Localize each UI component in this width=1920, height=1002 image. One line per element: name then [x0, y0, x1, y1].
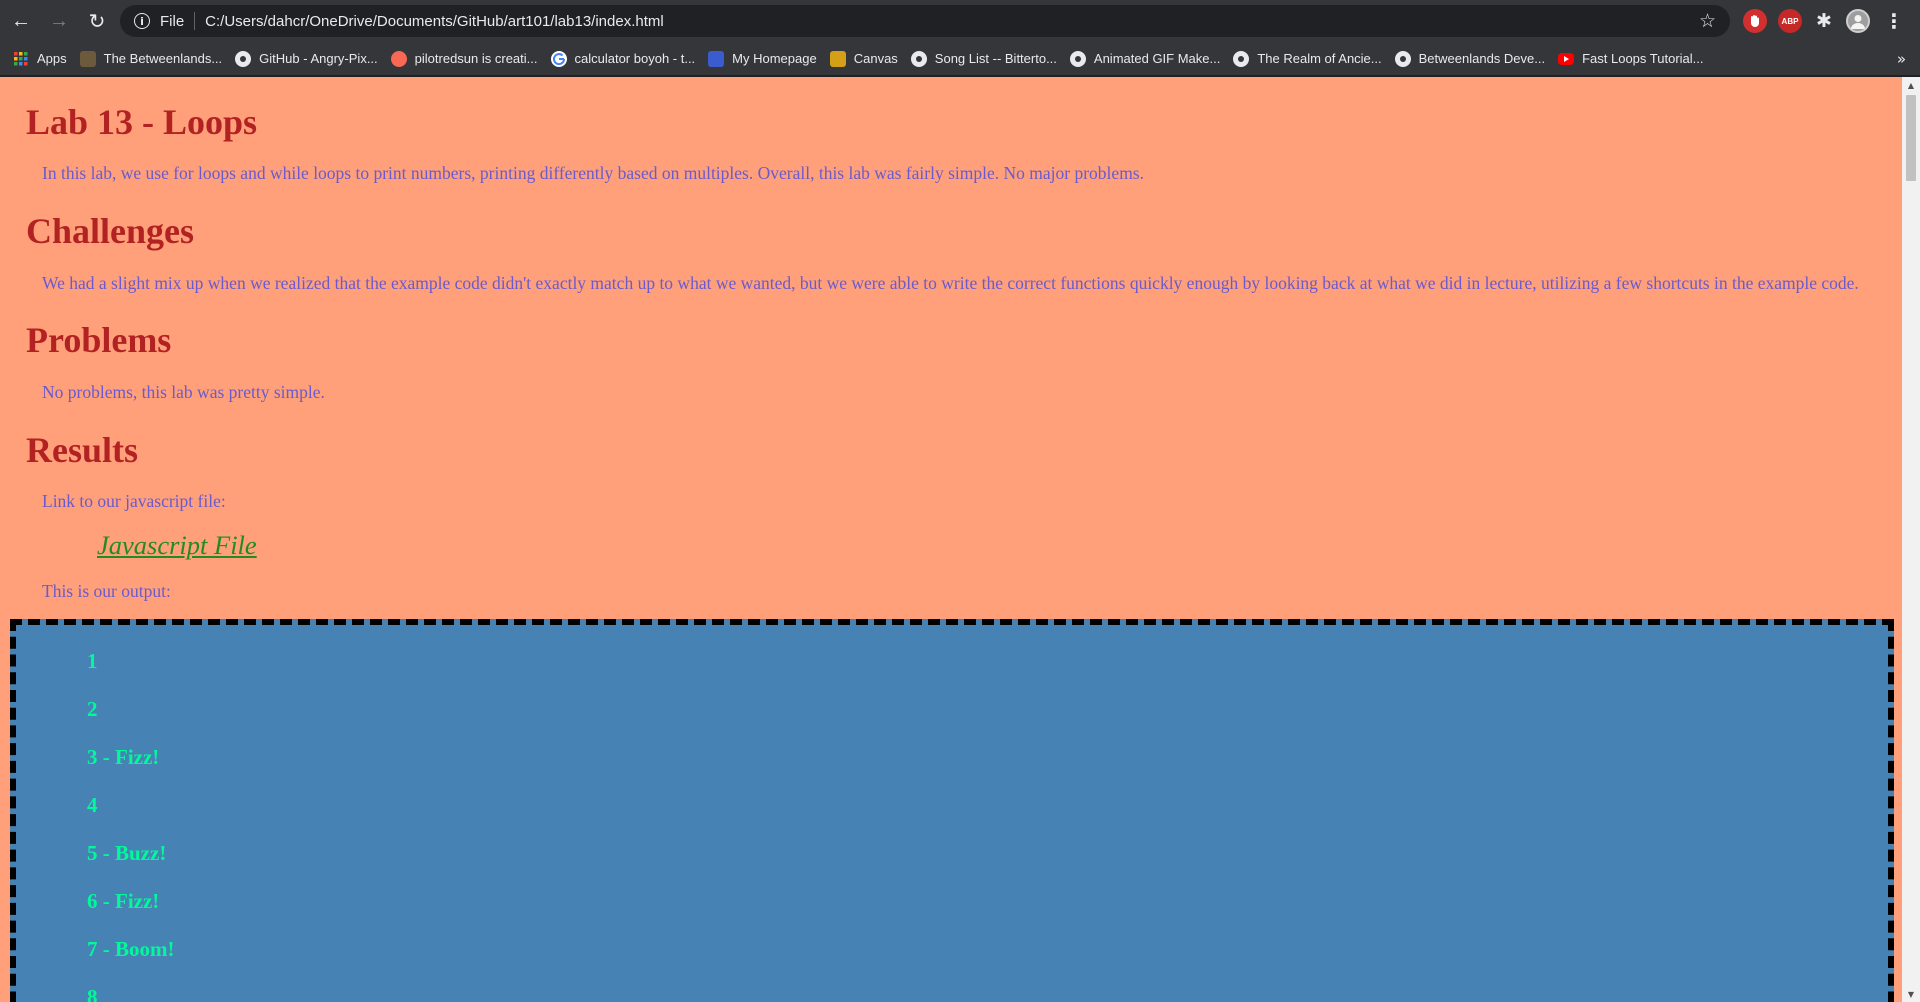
- bookmark-label: pilotredsun is creati...: [414, 51, 538, 66]
- github-icon: [235, 50, 252, 67]
- adblock-plus-icon[interactable]: ABP: [1778, 9, 1802, 33]
- bookmark-item[interactable]: Canvas: [829, 50, 898, 67]
- github-icon: [1394, 50, 1411, 67]
- results-heading: Results: [26, 430, 139, 470]
- bookmark-label: Betweenlands Deve...: [1418, 51, 1546, 66]
- url-scheme-label: File: [160, 12, 185, 30]
- bookmark-item[interactable]: Apps: [13, 51, 67, 67]
- bookmark-item[interactable]: The Realm of Ancie...: [1233, 50, 1382, 67]
- page-viewport: Lab 13 - Loops In this lab, we use for l…: [0, 77, 1902, 1002]
- browser-toolbar: ← → ↻ i File C:/Users/dahcr/OneDrive/Doc…: [0, 0, 1920, 42]
- output-line: 3 - Fizz!: [87, 745, 160, 769]
- song-list-icon: [910, 50, 927, 67]
- bookmark-label: Song List -- Bitterto...: [934, 51, 1057, 66]
- problems-paragraph: No problems, this lab was pretty simple.: [42, 382, 325, 402]
- scroll-up-icon[interactable]: ▲: [1902, 77, 1920, 93]
- javascript-file-link[interactable]: Javascript File: [97, 530, 257, 561]
- bookmark-label: Apps: [37, 51, 67, 66]
- bookmark-item[interactable]: Animated GIF Make...: [1069, 50, 1221, 67]
- link-intro-paragraph: Link to our javascript file:: [42, 491, 226, 511]
- homepage-icon: [708, 50, 725, 67]
- output-intro-paragraph: This is our output:: [42, 581, 171, 601]
- bookmark-item[interactable]: pilotredsun is creati...: [390, 50, 538, 67]
- output-line: 5 - Buzz!: [87, 841, 167, 865]
- output-container: 1 2 3 - Fizz! 4 5 - Buzz! 6 - Fizz! 7 - Boom! 8: [10, 619, 1894, 1002]
- page-scrollbar[interactable]: ▲ ▼: [1902, 77, 1920, 1002]
- challenges-heading: Challenges: [26, 211, 195, 251]
- bookmark-label: Canvas: [853, 51, 898, 66]
- bookmark-item[interactable]: Song List -- Bitterto...: [910, 50, 1057, 67]
- output-line: 6 - Fizz!: [87, 889, 160, 913]
- hand-extension-icon[interactable]: [1743, 9, 1767, 33]
- address-bar[interactable]: i File C:/Users/dahcr/OneDrive/Documents…: [120, 5, 1730, 37]
- scrollbar-thumb[interactable]: [1906, 95, 1916, 181]
- bookmark-item[interactable]: My Homepage: [708, 50, 817, 67]
- bookmark-label: calculator boyoh - t...: [574, 51, 696, 66]
- globe-icon: [1069, 50, 1086, 67]
- extensions-puzzle-icon[interactable]: ✱: [1812, 9, 1836, 33]
- output-line: 1: [87, 649, 98, 673]
- url-text[interactable]: C:/Users/dahcr/OneDrive/Documents/GitHub…: [205, 13, 1699, 30]
- output-line: 7 - Boom!: [87, 937, 175, 961]
- problems-heading: Problems: [26, 320, 172, 360]
- bookmark-item[interactable]: The Betweenlands...: [79, 50, 223, 67]
- google-icon: [550, 50, 567, 67]
- reload-icon[interactable]: ↻: [80, 4, 114, 38]
- patreon-icon: [390, 50, 407, 67]
- site-info-icon[interactable]: i: [134, 13, 150, 29]
- bookmark-label: The Betweenlands...: [103, 51, 223, 66]
- bookmark-label: GitHub - Angry-Pix...: [259, 51, 378, 66]
- challenges-paragraph: We had a slight mix up when we realized …: [42, 273, 1859, 293]
- browser-menu-icon[interactable]: ⋮: [1882, 9, 1906, 33]
- betweenlands-icon: [79, 50, 96, 67]
- address-divider: [194, 12, 196, 30]
- output-line: 4: [87, 793, 98, 817]
- bookmarks-bar: Apps The Betweenlands... GitHub - Angry-Pi…: [0, 42, 1920, 76]
- globe-icon: [1233, 50, 1250, 67]
- forward-arrow-icon[interactable]: →: [42, 4, 76, 38]
- bookmark-label: Fast Loops Tutorial...: [1582, 51, 1704, 66]
- page-title: Lab 13 - Loops: [26, 102, 258, 142]
- scroll-down-icon[interactable]: ▼: [1902, 986, 1920, 1002]
- bookmark-item[interactable]: Betweenlands Deve...: [1394, 50, 1546, 67]
- youtube-icon: [1558, 52, 1575, 65]
- bookmark-label: My Homepage: [732, 51, 817, 66]
- more-bookmarks-icon[interactable]: »: [1897, 50, 1906, 68]
- output-line: 2: [87, 697, 98, 721]
- apps-grid-icon: [13, 51, 29, 67]
- bookmark-item[interactable]: Fast Loops Tutorial...: [1558, 51, 1704, 66]
- bookmark-label: Animated GIF Make...: [1093, 51, 1221, 66]
- canvas-icon: [829, 50, 846, 67]
- profile-avatar[interactable]: [1846, 9, 1870, 33]
- bookmark-star-icon[interactable]: ☆: [1699, 10, 1716, 32]
- intro-paragraph: In this lab, we use for loops and while …: [42, 163, 1144, 183]
- bookmark-item[interactable]: calculator boyoh - t...: [550, 50, 696, 67]
- output-line: 8: [87, 985, 98, 1002]
- bookmark-item[interactable]: GitHub - Angry-Pix...: [235, 50, 378, 67]
- bookmark-label: The Realm of Ancie...: [1257, 51, 1382, 66]
- back-arrow-icon[interactable]: ←: [4, 4, 38, 38]
